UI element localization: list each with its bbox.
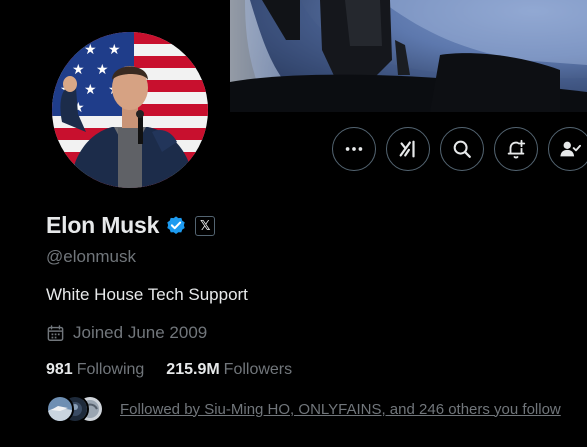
more-icon (345, 147, 363, 151)
profile-handle: @elonmusk (46, 247, 137, 266)
svg-text:★: ★ (72, 62, 85, 78)
followers-you-know: Followed by Siu-Ming HO, ONLYFAINS, and … (46, 395, 561, 423)
followers-count: 215.9M (166, 361, 220, 378)
follow-stats: 981 Following 215.9M Followers (46, 361, 292, 379)
display-name: Elon Musk (46, 212, 160, 238)
search-button[interactable] (440, 127, 484, 171)
following-link[interactable]: 981 Following (46, 361, 144, 379)
calendar-icon (47, 324, 64, 341)
more-button[interactable] (332, 127, 376, 171)
notification-bell-icon (507, 139, 526, 159)
notifications-button[interactable] (494, 127, 538, 171)
verified-badge-icon[interactable] (165, 215, 187, 237)
grok-button[interactable] (386, 127, 430, 171)
svg-text:★: ★ (96, 62, 109, 78)
profile-avatar[interactable]: ★ ★ ★ ★ ★ ★ ★ ★ ★ (48, 28, 212, 192)
profile-actions (332, 127, 587, 171)
followed-by-link[interactable]: Followed by Siu-Ming HO, ONLYFAINS, and … (120, 401, 561, 418)
joined-text: Joined June 2009 (73, 323, 208, 342)
svg-text:★: ★ (108, 42, 121, 58)
avatar-image: ★ ★ ★ ★ ★ ★ ★ ★ ★ (52, 32, 208, 188)
following-button[interactable] (548, 127, 587, 171)
following-label: Following (76, 361, 145, 378)
followers-link[interactable]: 215.9M Followers (166, 361, 292, 379)
svg-text:★: ★ (84, 42, 97, 58)
joined-date: Joined June 2009 (46, 323, 207, 343)
following-count: 981 (46, 361, 73, 378)
grok-icon (399, 140, 415, 158)
mutual-avatars[interactable] (46, 395, 104, 423)
followers-label: Followers (223, 361, 293, 378)
affiliation-badge[interactable]: 𝕏 (195, 215, 216, 236)
search-icon (453, 140, 471, 158)
x-logo-icon: 𝕏 (199, 217, 211, 233)
svg-text:★: ★ (84, 82, 97, 98)
profile-bio: White House Tech Support (46, 285, 248, 304)
profile-page: ★ ★ ★ ★ ★ ★ ★ ★ ★ (0, 0, 587, 447)
name-row: Elon Musk 𝕏 (46, 212, 216, 239)
mutual-avatar (46, 395, 74, 423)
following-user-icon (560, 141, 581, 157)
